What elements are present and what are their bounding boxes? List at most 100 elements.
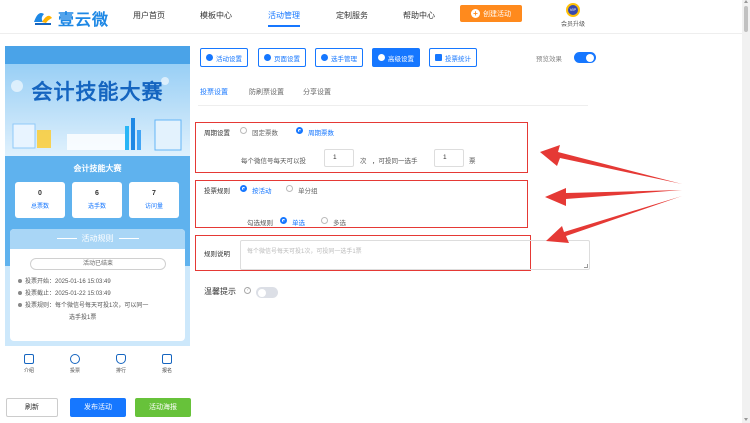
stat-visits: 7 访问量 — [129, 182, 179, 218]
bar-chart-icon — [435, 54, 442, 61]
same-player-unit: 票 — [469, 158, 476, 165]
vote-rule-label: 投票规则 — [204, 188, 230, 195]
rule-description-label: 规则说明 — [204, 251, 230, 258]
activity-ended-pill: 活动已结束 — [30, 258, 166, 270]
annotation-arrow-2 — [545, 188, 682, 206]
stat-player-count: 6 选手数 — [72, 182, 122, 218]
gear-icon — [264, 54, 271, 61]
rule-text: 投票开始：2025-01-16 15:03:49 — [25, 279, 111, 285]
bottom-nav-vote[interactable]: 投票 — [55, 354, 95, 374]
tab-vote-settings[interactable]: 投票设置 — [200, 87, 228, 106]
tips-label: 温馨提示 — [204, 287, 236, 296]
tab-share-settings[interactable]: 分享设置 — [303, 87, 331, 97]
bottom-nav-intro[interactable]: 介绍 — [9, 354, 49, 374]
bottom-nav-ranking[interactable]: 排行 — [101, 354, 141, 374]
radio-single-group[interactable] — [286, 185, 293, 192]
nav-help-center[interactable]: 帮助中心 — [403, 10, 435, 21]
bullet-icon — [18, 303, 22, 308]
annotation-arrow-1 — [540, 145, 682, 184]
rule-text: 投票规则：每个微信号每天可投1次，可以同一 — [25, 303, 149, 309]
radio-single-choice-label: 单选 — [292, 220, 305, 227]
nav-user-home[interactable]: 用户首页 — [133, 10, 165, 21]
cycle-settings-label: 周期设置 — [204, 130, 230, 137]
bullet-icon — [18, 279, 22, 284]
vote-statistics-button[interactable]: 投票统计 — [429, 48, 477, 67]
per-day-prefix: 每个微信号每天可以投 — [241, 158, 306, 165]
nav-activity-management[interactable]: 活动管理 — [268, 10, 300, 27]
logo-text: 壹云微 — [58, 12, 110, 29]
intro-icon — [24, 354, 34, 364]
preview-bottom-nav: 介绍 投票 排行 报名 — [5, 346, 190, 386]
advanced-settings-button[interactable]: 高级设置 — [372, 48, 420, 67]
vip-label: 会员升级 — [560, 22, 585, 28]
rule-text: 投票截止：2025-01-22 15:03:49 — [25, 291, 111, 297]
sliders-icon — [378, 54, 385, 61]
scroll-up-arrow-icon[interactable] — [744, 0, 748, 3]
stat-label: 访问量 — [144, 204, 163, 210]
player-management-button[interactable]: 选手管理 — [315, 48, 363, 67]
bottom-nav-label: 报名 — [161, 368, 172, 374]
stat-value: 7 — [152, 190, 156, 197]
bottom-nav-label: 排行 — [115, 368, 126, 374]
radio-fixed-votes[interactable] — [240, 127, 247, 134]
tab-anti-fraud-settings[interactable]: 防刷票设置 — [249, 87, 284, 97]
radio-multi-choice-label: 多选 — [333, 220, 346, 227]
refresh-button[interactable]: 刷新 — [6, 398, 58, 417]
radio-by-activity-label: 按活动 — [252, 188, 272, 195]
bottom-nav-signup[interactable]: 报名 — [147, 354, 187, 374]
radio-cycle-votes-label: 周期票数 — [308, 130, 334, 137]
bottom-nav-label: 介绍 — [23, 368, 34, 374]
nav-custom-service[interactable]: 定制服务 — [336, 10, 368, 21]
bottom-nav-label: 投票 — [69, 368, 80, 374]
vip-upgrade[interactable]: VIP 会员升级 — [558, 3, 588, 28]
radio-single-group-label: 单分组 — [298, 188, 318, 195]
radio-cycle-votes[interactable] — [296, 127, 303, 134]
tool-label: 选手管理 — [331, 55, 357, 63]
rule-vote-rule: 投票规则：每个微信号每天可投1次，可以同一 — [18, 301, 148, 311]
per-day-count-input[interactable]: 1 — [324, 149, 354, 167]
tool-label: 活动设置 — [216, 55, 242, 63]
scroll-down-arrow-icon[interactable] — [744, 418, 748, 421]
annotation-arrow-3 — [546, 196, 682, 243]
radio-multi-choice[interactable] — [321, 217, 328, 224]
rule-vote-rule-cont: 选手投1票 — [69, 315, 97, 321]
per-day-unit: 次 — [360, 158, 367, 165]
rules-card: 活动规则 活动已结束 投票开始：2025-01-16 15:03:49 投票截止… — [10, 229, 185, 341]
preview-effect-toggle[interactable] — [574, 52, 596, 63]
textarea-resize-handle[interactable] — [584, 264, 588, 268]
bullet-icon — [18, 291, 22, 296]
contest-name: 会计技能大赛 — [73, 164, 122, 173]
vote-icon — [70, 354, 80, 364]
tips-toggle[interactable] — [256, 287, 278, 298]
create-activity-label: 创建活动 — [483, 10, 511, 18]
stat-value: 0 — [38, 190, 42, 197]
activity-poster-button[interactable]: 活动海报 — [135, 398, 191, 417]
create-activity-button[interactable]: + 创建活动 — [460, 5, 522, 22]
scrollbar-thumb[interactable] — [744, 6, 748, 32]
publish-activity-button[interactable]: 发布活动 — [70, 398, 126, 417]
vertical-scrollbar[interactable] — [742, 0, 750, 423]
stat-value: 6 — [95, 190, 99, 197]
radio-single-choice[interactable] — [280, 217, 287, 224]
page-settings-button[interactable]: 页面设置 — [258, 48, 306, 67]
mobile-preview: 会计技能大赛 会计技能大赛 0 总票数 6 选手数 7 访问量 活动规则 活动已… — [5, 46, 190, 386]
tool-label: 高级设置 — [388, 55, 414, 63]
tool-label: 投票统计 — [445, 55, 471, 63]
tool-label: 页面设置 — [274, 55, 300, 63]
help-icon[interactable]: ? — [244, 287, 251, 294]
radio-by-activity[interactable] — [240, 185, 247, 192]
rule-start-time: 投票开始：2025-01-16 15:03:49 — [18, 277, 111, 287]
activity-settings-button[interactable]: 活动设置 — [200, 48, 248, 67]
same-player-count-input[interactable]: 1 — [434, 149, 464, 167]
rule-end-time: 投票截止：2025-01-22 15:03:49 — [18, 289, 111, 299]
tab-divider — [198, 105, 588, 106]
logo[interactable]: 壹云微 — [32, 6, 109, 30]
rule-description-textarea[interactable]: 每个微信号每天可投1次，可投同一选手1票 — [240, 240, 590, 270]
check-rule-label: 勾选规则 — [247, 220, 273, 227]
stat-total-votes: 0 总票数 — [15, 182, 65, 218]
preview-banner: 会计技能大赛 — [5, 46, 190, 156]
trophy-icon — [116, 354, 126, 364]
nav-template-center[interactable]: 模板中心 — [200, 10, 232, 21]
stat-label: 选手数 — [87, 204, 106, 210]
signup-icon — [162, 354, 172, 364]
